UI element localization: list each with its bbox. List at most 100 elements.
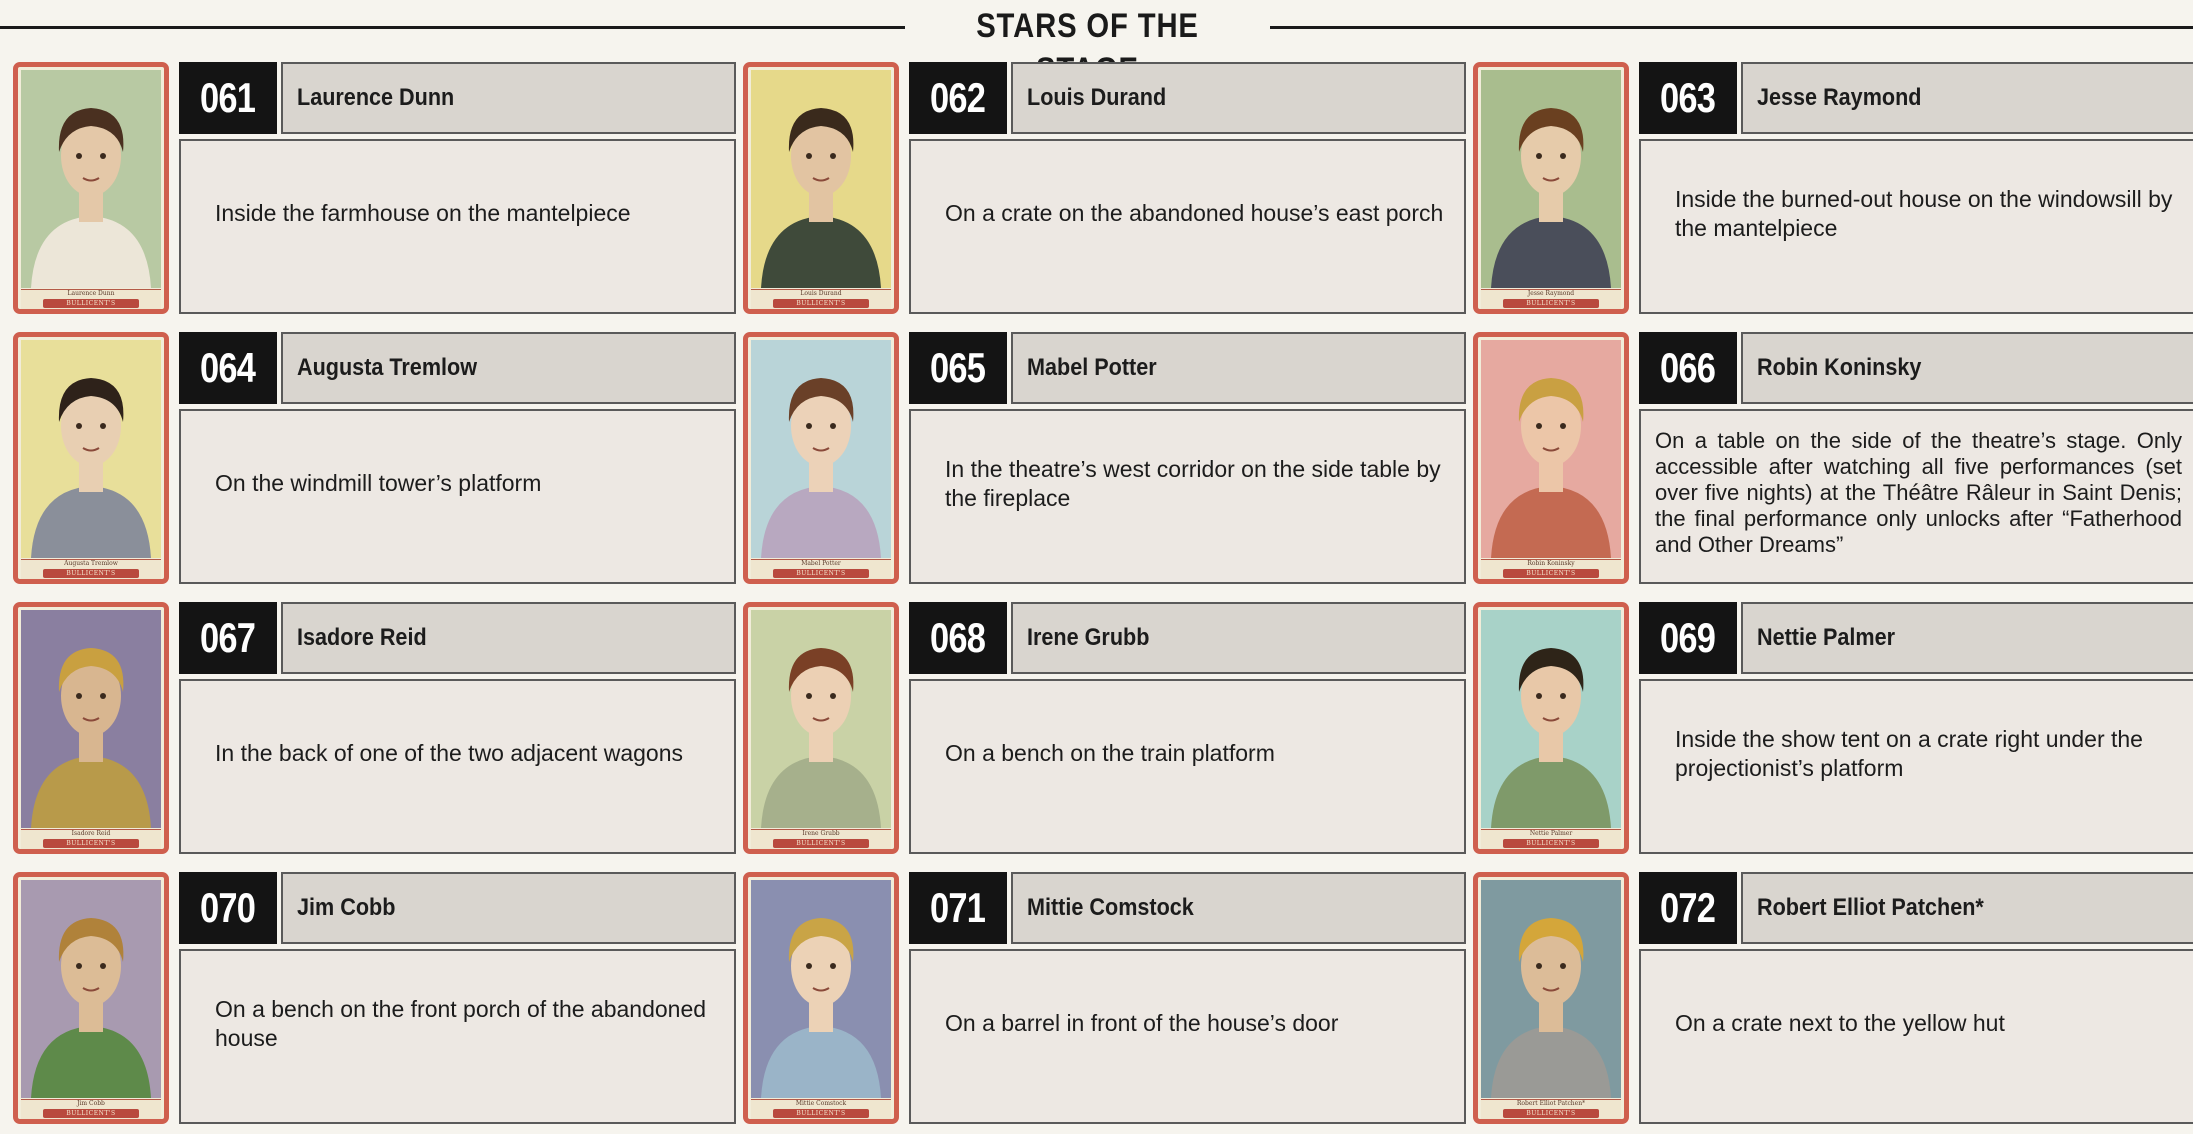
card-name-box: Laurence Dunn: [281, 62, 736, 134]
card-number: 072: [1660, 884, 1716, 931]
location-text: On a crate on the abandoned house’s east…: [945, 200, 1444, 226]
card-name: Louis Durand: [1027, 84, 1167, 111]
portrait-illustration: [751, 340, 891, 558]
cigarette-card[interactable]: Nettie Palmer BULLICENT'S: [1473, 602, 1629, 854]
card-nameplate: Mabel Potter BULLICENT'S: [751, 559, 891, 579]
card-caption: Louis Durand: [800, 290, 842, 297]
location-text: In the theatre’s west corridor on the si…: [945, 455, 1441, 511]
card-nameplate: Irene Grubb BULLICENT'S: [751, 829, 891, 849]
card-name-box: Jim Cobb: [281, 872, 736, 944]
card-portrait: [1481, 880, 1621, 1098]
portrait-illustration: [751, 70, 891, 288]
location-text: On the windmill tower’s platform: [215, 470, 542, 496]
card-caption: Mabel Potter: [801, 560, 841, 567]
card-portrait: [21, 70, 161, 288]
card-number: 062: [930, 74, 986, 121]
card-caption: Jesse Raymond: [1527, 290, 1575, 297]
portrait-illustration: [1481, 340, 1621, 558]
card-name: Jesse Raymond: [1757, 84, 1922, 111]
card-number-badge: 072: [1639, 872, 1737, 944]
card-number-badge: 064: [179, 332, 277, 404]
card-name-box: Nettie Palmer: [1741, 602, 2193, 674]
card-name: Isadore Reid: [297, 624, 427, 651]
location-box: In the theatre’s west corridor on the si…: [909, 409, 1466, 584]
card-portrait: [21, 880, 161, 1098]
card-nameplate: Robert Elliot Patchen* BULLICENT'S: [1481, 1099, 1621, 1119]
card-name-box: Louis Durand: [1011, 62, 1466, 134]
portrait-illustration: [751, 880, 891, 1098]
card-nameplate: Jim Cobb BULLICENT'S: [21, 1099, 161, 1119]
location-box: Inside the burned-out house on the windo…: [1639, 139, 2193, 314]
card-brand: BULLICENT'S: [1503, 839, 1599, 848]
portrait-illustration: [21, 880, 161, 1098]
header-rule-left: [0, 26, 905, 29]
card-nameplate: Louis Durand BULLICENT'S: [751, 289, 891, 309]
card-caption: Irene Grubb: [802, 830, 840, 837]
card-number: 068: [930, 614, 986, 661]
collectible-entry: Mabel Potter BULLICENT'S 065 Mabel Potte…: [743, 332, 1473, 584]
cigarette-card[interactable]: Jim Cobb BULLICENT'S: [13, 872, 169, 1124]
card-nameplate: Nettie Palmer BULLICENT'S: [1481, 829, 1621, 849]
header-rule-right: [1270, 26, 2193, 29]
card-nameplate: Laurence Dunn BULLICENT'S: [21, 289, 161, 309]
card-nameplate: Augusta Tremlow BULLICENT'S: [21, 559, 161, 579]
card-name-box: Robert Elliot Patchen*: [1741, 872, 2193, 944]
portrait-illustration: [21, 70, 161, 288]
portrait-illustration: [21, 610, 161, 828]
card-number-badge: 066: [1639, 332, 1737, 404]
cigarette-card[interactable]: Mabel Potter BULLICENT'S: [743, 332, 899, 584]
cigarette-card[interactable]: Jesse Raymond BULLICENT'S: [1473, 62, 1629, 314]
location-box: On a barrel in front of the house’s door: [909, 949, 1466, 1124]
card-number-badge: 062: [909, 62, 1007, 134]
cigarette-card[interactable]: Laurence Dunn BULLICENT'S: [13, 62, 169, 314]
card-caption: Augusta Tremlow: [64, 560, 118, 567]
location-text: On a bench on the train platform: [945, 740, 1275, 766]
card-name: Irene Grubb: [1027, 624, 1150, 651]
card-portrait: [1481, 340, 1621, 558]
collectible-entry: Robert Elliot Patchen* BULLICENT'S 072 R…: [1473, 872, 2193, 1124]
location-text: On a bench on the front porch of the aba…: [215, 995, 707, 1051]
card-name: Robert Elliot Patchen*: [1757, 894, 1984, 921]
cigarette-card[interactable]: Irene Grubb BULLICENT'S: [743, 602, 899, 854]
card-number: 066: [1660, 344, 1716, 391]
collectible-entry: Mittie Comstock BULLICENT'S 071 Mittie C…: [743, 872, 1473, 1124]
portrait-illustration: [1481, 880, 1621, 1098]
card-number-badge: 068: [909, 602, 1007, 674]
card-name: Augusta Tremlow: [297, 354, 478, 381]
card-number-badge: 063: [1639, 62, 1737, 134]
card-name-box: Irene Grubb: [1011, 602, 1466, 674]
cigarette-card[interactable]: Robert Elliot Patchen* BULLICENT'S: [1473, 872, 1629, 1124]
card-name-box: Augusta Tremlow: [281, 332, 736, 404]
cigarette-card[interactable]: Augusta Tremlow BULLICENT'S: [13, 332, 169, 584]
cigarette-card[interactable]: Louis Durand BULLICENT'S: [743, 62, 899, 314]
cigarette-card[interactable]: Mittie Comstock BULLICENT'S: [743, 872, 899, 1124]
card-brand: BULLICENT'S: [43, 299, 139, 308]
card-name-box: Isadore Reid: [281, 602, 736, 674]
section-header: STARS OF THE STAGE: [0, 4, 2193, 89]
card-brand: BULLICENT'S: [773, 299, 869, 308]
portrait-illustration: [1481, 610, 1621, 828]
location-text: On a crate next to the yellow hut: [1675, 1010, 2005, 1036]
card-number: 061: [200, 74, 256, 121]
location-text: On a table on the side of the theatre’s …: [1655, 427, 2182, 557]
card-brand: BULLICENT'S: [1503, 1109, 1599, 1118]
cigarette-card[interactable]: Robin Koninsky BULLICENT'S: [1473, 332, 1629, 584]
card-number-badge: 071: [909, 872, 1007, 944]
card-brand: BULLICENT'S: [43, 839, 139, 848]
card-nameplate: Jesse Raymond BULLICENT'S: [1481, 289, 1621, 309]
card-caption: Robin Koninsky: [1527, 560, 1575, 567]
section-title: STARS OF THE STAGE: [976, 7, 1199, 89]
location-box: On a crate on the abandoned house’s east…: [909, 139, 1466, 314]
card-brand: BULLICENT'S: [1503, 569, 1599, 578]
collectible-entry: Isadore Reid BULLICENT'S 067 Isadore Rei…: [13, 602, 743, 854]
card-caption: Robert Elliot Patchen*: [1516, 1100, 1586, 1107]
card-number-badge: 069: [1639, 602, 1737, 674]
cigarette-card[interactable]: Isadore Reid BULLICENT'S: [13, 602, 169, 854]
card-number: 063: [1660, 74, 1716, 121]
card-name-box: Robin Koninsky: [1741, 332, 2193, 404]
collectible-entry: Laurence Dunn BULLICENT'S 061 Laurence D…: [13, 62, 743, 314]
card-number-badge: 065: [909, 332, 1007, 404]
card-name: Mabel Potter: [1027, 354, 1157, 381]
card-portrait: [21, 610, 161, 828]
card-number: 069: [1660, 614, 1716, 661]
